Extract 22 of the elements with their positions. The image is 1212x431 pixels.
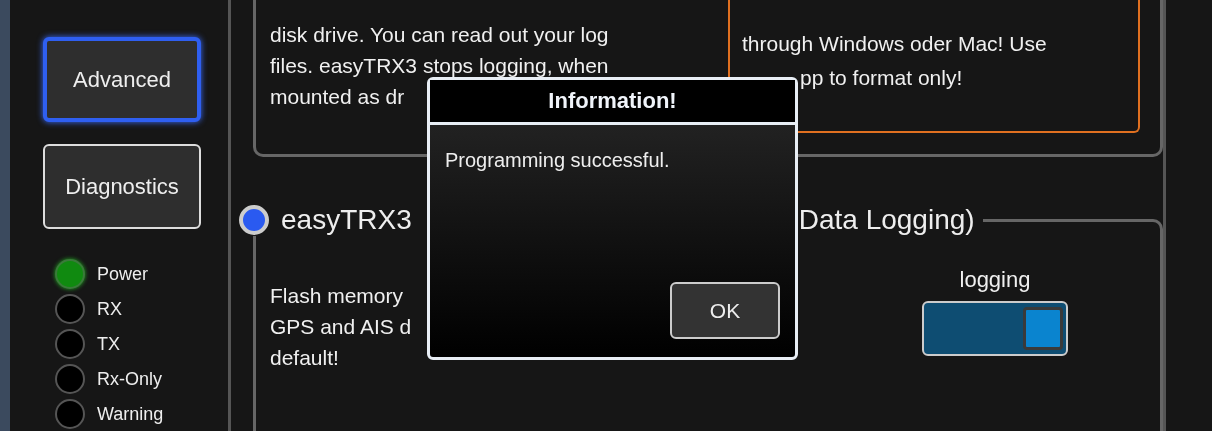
dialog-title: Information!	[430, 80, 795, 125]
description-text: files. easyTRX3 stops logging, when	[270, 53, 609, 79]
sidebar-button[interactable]: Diagnostics	[43, 144, 201, 229]
description-text: default!	[270, 345, 340, 371]
dialog-message: Programming successful.	[445, 149, 671, 172]
switch-label: logging	[959, 267, 1031, 293]
radio-button[interactable]	[239, 205, 269, 235]
warning-text: pp to format only!	[799, 65, 964, 91]
status-label: TX	[97, 333, 120, 355]
status-label: Rx-Only	[97, 368, 162, 390]
description-text: GPS and AIS d	[270, 314, 412, 340]
section-title: Data Logging)	[798, 204, 975, 236]
section-title: easyTRX3	[281, 204, 412, 236]
status-label: RX	[97, 298, 122, 320]
description-text: Flash memory	[270, 283, 405, 309]
description-text: disk drive. You can read out your log	[270, 22, 609, 48]
logging-switch[interactable]	[922, 301, 1068, 356]
status-label: Warning	[97, 403, 164, 425]
warning-text: through Windows oder Mac! Use	[742, 31, 1048, 57]
ok-button[interactable]: OK	[670, 282, 780, 339]
status-label: Power	[97, 263, 149, 285]
sidebar-button[interactable]: Advanced	[43, 37, 201, 122]
